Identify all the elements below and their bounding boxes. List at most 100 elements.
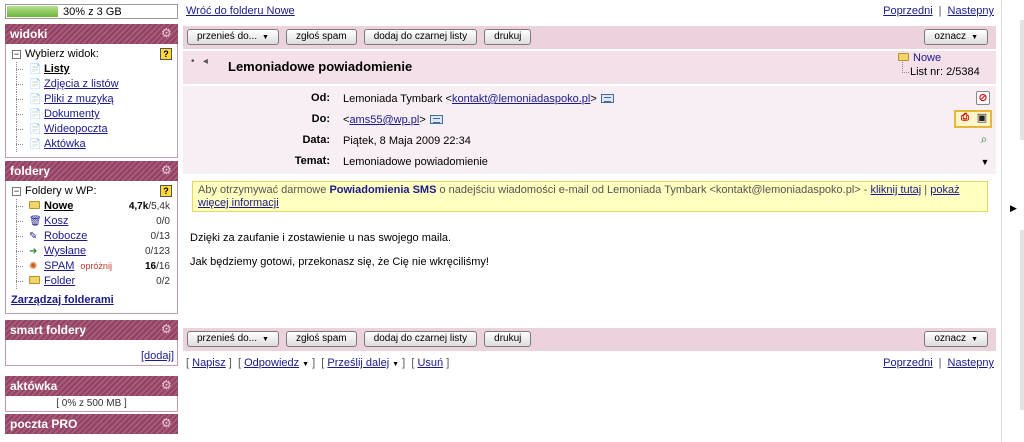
delete-link[interactable]: Usuń bbox=[417, 357, 443, 369]
sms-notification-banner: Aby otrzymywać darmowe Powiadomienia SMS… bbox=[192, 181, 988, 212]
next-message-link[interactable]: Nastepny bbox=[948, 357, 994, 369]
caret-down-icon: ▼ bbox=[971, 34, 978, 41]
smart-folders-title: smart foldery bbox=[10, 323, 87, 337]
forward-link[interactable]: Prześlij dalej bbox=[327, 357, 389, 369]
folder-item-folder[interactable]: Folder 0/2 bbox=[11, 274, 174, 289]
bottom-navigation: [ Napisz ] [ Odpowiedz ▼ ] [ Prześlij dal… bbox=[186, 357, 994, 369]
previous-message-link[interactable]: Poprzedni bbox=[883, 5, 933, 17]
collapse-right-icon[interactable]: ▶ bbox=[1010, 203, 1017, 214]
smart-folders-header[interactable]: smart foldery ⚙ bbox=[5, 320, 178, 340]
add-to-blacklist-button[interactable]: dodaj do czarnej listy bbox=[363, 29, 478, 45]
save-icon[interactable]: ▣ bbox=[975, 112, 989, 126]
foldery-header[interactable]: foldery ⚙ bbox=[5, 161, 178, 181]
foldery-tree-title: − Foldery w WP: ? bbox=[11, 185, 174, 197]
folder-item-robocze[interactable]: ✎ Robocze 0/13 bbox=[11, 229, 174, 244]
folder-count: 0/123 bbox=[144, 246, 170, 257]
block-sender-icon[interactable]: ⊘ bbox=[976, 91, 990, 105]
poczta-pro-header[interactable]: poczta PRO ⚙ bbox=[5, 414, 178, 434]
folder-item-kosz[interactable]: 🗑 Kosz 0/0 bbox=[11, 214, 174, 229]
mark-button[interactable]: oznacz ▼ bbox=[924, 331, 988, 347]
message-headers: Od: Lemoniada Tymbark <kontakt@lemoniada… bbox=[183, 86, 996, 174]
message-view: Wróć do folderu Nowe Poprzedni | Nastepny … bbox=[183, 4, 996, 374]
message-body-line: Dzięki za zaufanie i zostawienie u nas s… bbox=[190, 232, 452, 244]
scroll-track[interactable] bbox=[1020, 230, 1024, 410]
view-item-aktowka[interactable]: 📄 Aktówka bbox=[11, 137, 174, 152]
view-item-pliki-muzyka[interactable]: 📄 Pliki z muzyką bbox=[11, 92, 174, 107]
view-item-listy[interactable]: 📄 Listy bbox=[11, 62, 174, 77]
view-item-zdjecia[interactable]: 📄 Zdjęcia z listów bbox=[11, 77, 174, 92]
print-button[interactable]: drukuj bbox=[484, 331, 532, 347]
help-icon[interactable]: ? bbox=[160, 185, 172, 197]
aktowka-title: aktówka bbox=[10, 379, 58, 393]
manage-folders-link[interactable]: Zarządzaj folderami bbox=[11, 294, 174, 306]
gear-icon[interactable]: ⚙ bbox=[161, 27, 174, 40]
add-smart-folder-link[interactable]: [dodaj] bbox=[141, 350, 174, 362]
folder-item-wyslane[interactable]: ➜ Wysłane 0/123 bbox=[11, 244, 174, 259]
reply-link[interactable]: Odpowiedz bbox=[244, 357, 299, 369]
folder-count: 0/2 bbox=[156, 276, 170, 287]
expand-headers-icon[interactable]: ▼ bbox=[978, 156, 992, 170]
page-icon: 📄 bbox=[29, 139, 42, 150]
zoom-icon[interactable]: ⌕ bbox=[977, 133, 991, 147]
folder-item-nowe[interactable]: Nowe 4,7k/5,4k bbox=[11, 199, 174, 214]
foldery-title: foldery bbox=[10, 164, 51, 178]
collapse-icon[interactable]: − bbox=[12, 50, 21, 59]
trash-icon: 🗑 bbox=[29, 216, 42, 227]
add-contact-icon[interactable] bbox=[429, 115, 443, 124]
gear-icon[interactable]: ⚙ bbox=[161, 379, 174, 392]
view-item-dokumenty[interactable]: 📄 Dokumenty bbox=[11, 107, 174, 122]
back-to-folder-link[interactable]: Wróć do folderu Nowe bbox=[186, 5, 295, 17]
view-item-wideopoczta[interactable]: 📄 Wideopoczta bbox=[11, 122, 174, 137]
add-to-blacklist-button[interactable]: dodaj do czarnej listy bbox=[363, 331, 478, 347]
print-button[interactable]: drukuj bbox=[484, 29, 532, 45]
left-sidebar: 30% z 3 GB widoki ⚙ − Wybierz widok: ? 📄… bbox=[5, 4, 178, 434]
report-spam-button[interactable]: zgłoś spam bbox=[286, 29, 357, 45]
sms-click-here-link[interactable]: kliknij tutaj bbox=[871, 184, 922, 196]
gear-icon[interactable]: ⚙ bbox=[161, 417, 174, 430]
draft-icon: ✎ bbox=[29, 231, 38, 242]
aktowka-header[interactable]: aktówka ⚙ bbox=[5, 376, 178, 396]
next-message-link[interactable]: Nastepny bbox=[948, 5, 994, 17]
smart-folders-panel: [dodaj] bbox=[5, 340, 178, 366]
widoki-header[interactable]: widoki ⚙ bbox=[5, 24, 178, 44]
header-subject-row: Temat: Lemoniadowe powiadomienie ▼ bbox=[183, 152, 996, 173]
foldery-panel: − Foldery w WP: ? Nowe 4,7k/5,4k 🗑 Kosz … bbox=[5, 181, 178, 314]
recipient-email-link[interactable]: ams55@wp.pl bbox=[349, 114, 419, 126]
write-link[interactable]: Napisz bbox=[192, 357, 226, 369]
report-spam-button[interactable]: zgłoś spam bbox=[286, 331, 357, 347]
page-icon: 📄 bbox=[29, 124, 42, 135]
folder-icon bbox=[29, 201, 40, 212]
storage-quota-fill bbox=[7, 6, 58, 17]
folder-item-spam[interactable]: ✺ SPAM opróżnij 16/16 bbox=[11, 259, 174, 274]
mark-button[interactable]: oznacz ▼ bbox=[924, 29, 988, 45]
move-to-button[interactable]: przenieś do... ▼ bbox=[187, 29, 279, 45]
previous-message-link[interactable]: Poprzedni bbox=[883, 357, 933, 369]
current-folder-link[interactable]: Nowe bbox=[913, 52, 941, 64]
bullet-icon: • ◂ bbox=[191, 56, 208, 67]
folder-count: 0/0 bbox=[156, 216, 170, 227]
bottom-toolbar: przenieś do... ▼ zgłoś spam dodaj do czar… bbox=[183, 328, 996, 351]
gear-icon[interactable]: ⚙ bbox=[161, 323, 174, 336]
folder-count: 4,7k/5,4k bbox=[128, 201, 170, 212]
caret-down-icon: ▼ bbox=[262, 34, 269, 41]
page-icon: 📄 bbox=[29, 109, 42, 120]
gear-icon[interactable]: ⚙ bbox=[161, 164, 174, 177]
collapse-icon[interactable]: − bbox=[12, 187, 21, 196]
storage-quota-text: 30% z 3 GB bbox=[63, 6, 122, 18]
message-body-line: Jak będziemy gotowi, przekonasz się, że … bbox=[190, 256, 489, 268]
subject-bar: • ◂ Lemoniadowe powiadomienie Nowe List … bbox=[183, 51, 996, 84]
folder-icon bbox=[29, 276, 40, 287]
sender-email-link[interactable]: kontakt@lemoniadaspoko.pl bbox=[452, 93, 590, 105]
add-contact-icon[interactable] bbox=[600, 94, 614, 103]
header-from-row: Od: Lemoniada Tymbark <kontakt@lemoniada… bbox=[183, 89, 996, 110]
page-icon: 📄 bbox=[29, 64, 42, 75]
pdf-icon[interactable]: ⎙ bbox=[958, 112, 972, 126]
page-icon: 📄 bbox=[29, 94, 42, 105]
help-icon[interactable]: ? bbox=[160, 48, 172, 60]
scroll-track[interactable] bbox=[1020, 20, 1024, 140]
message-subject: Lemoniadowe powiadomienie bbox=[228, 59, 413, 74]
folder-count: 0/13 bbox=[150, 231, 170, 242]
move-to-button[interactable]: przenieś do... ▼ bbox=[187, 331, 279, 347]
list-number: List nr: 2/5384 bbox=[898, 62, 980, 78]
empty-spam-link[interactable]: opróżnij bbox=[80, 261, 112, 271]
